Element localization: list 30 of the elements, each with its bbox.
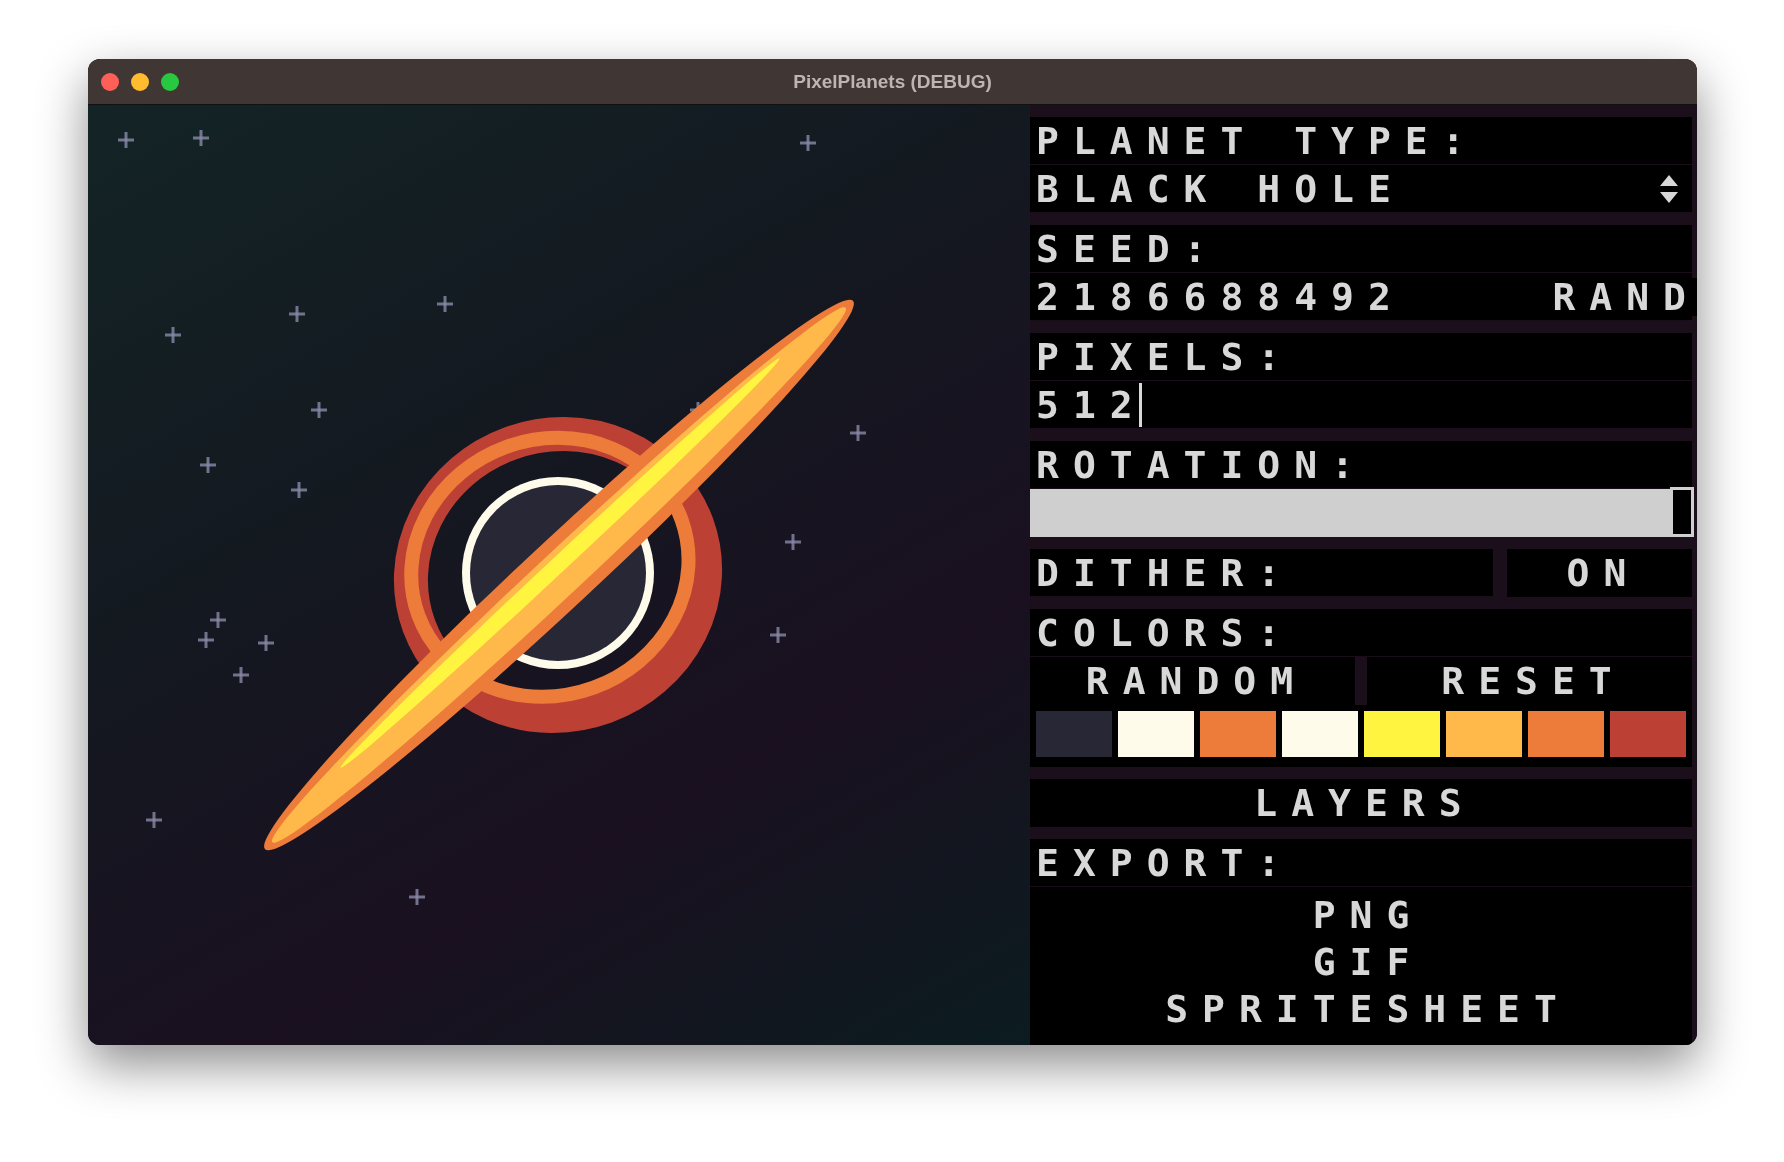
minimize-button[interactable] <box>131 72 149 91</box>
pixels-label: PIXELS: <box>1035 337 1295 376</box>
dither-toggle[interactable]: ON <box>1507 549 1692 597</box>
random-colors-button[interactable]: RANDOM <box>1030 657 1355 705</box>
pixels-input[interactable]: 512 <box>1030 381 1692 429</box>
color-swatch[interactable] <box>1528 711 1604 757</box>
close-button[interactable] <box>101 72 119 91</box>
rand-button[interactable]: RAND <box>1552 277 1697 316</box>
seed-input[interactable]: 2186688492 <box>1030 277 1405 316</box>
color-swatch[interactable] <box>1200 711 1276 757</box>
rotation-label: ROTATION: <box>1035 445 1368 484</box>
planet-type-label: PLANET TYPE: <box>1035 121 1479 160</box>
rotation-slider[interactable] <box>1030 489 1692 537</box>
color-swatch[interactable] <box>1282 711 1358 757</box>
layers-button[interactable]: LAYERS <box>1030 779 1692 827</box>
color-swatch[interactable] <box>1118 711 1194 757</box>
planet-type-dropdown[interactable]: BLACK HOLE <box>1030 165 1692 213</box>
color-swatch[interactable] <box>1446 711 1522 757</box>
export-label: EXPORT: <box>1035 843 1295 882</box>
color-swatch[interactable] <box>1610 711 1686 757</box>
color-swatch[interactable] <box>1036 711 1112 757</box>
window-title: PixelPlanets (DEBUG) <box>793 70 992 93</box>
reset-colors-button[interactable]: RESET <box>1367 657 1692 705</box>
dither-label: DITHER: <box>1035 553 1295 592</box>
zoom-button[interactable] <box>161 72 179 91</box>
slider-thumb[interactable] <box>1670 487 1694 537</box>
seed-label: SEED: <box>1035 229 1221 268</box>
colors-label: COLORS: <box>1035 613 1295 652</box>
up-down-arrows-icon <box>1660 174 1678 203</box>
color-swatch[interactable] <box>1364 711 1440 757</box>
